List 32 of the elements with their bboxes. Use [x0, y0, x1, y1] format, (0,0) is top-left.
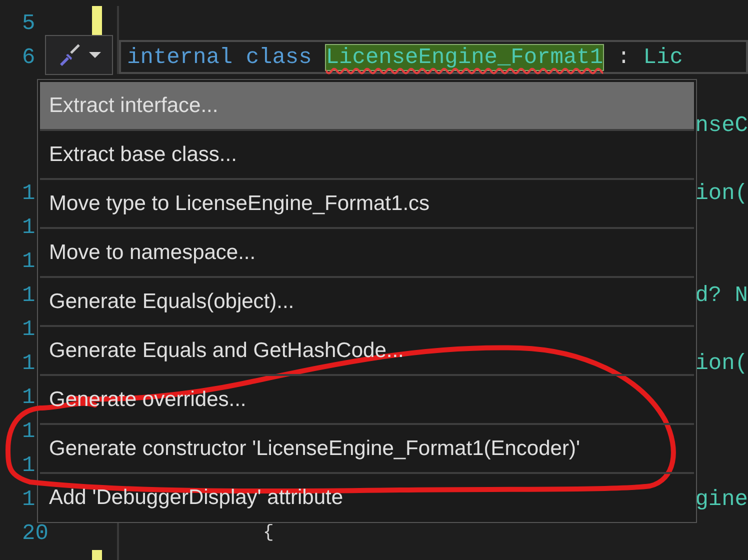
menu-item[interactable]: Extract base class...: [40, 131, 694, 180]
code-token: ion(: [695, 350, 748, 376]
menu-item[interactable]: Generate constructor 'LicenseEngine_Format1(Encoder)': [40, 425, 694, 474]
line-number: 1: [22, 486, 36, 512]
code-token: :: [617, 44, 630, 70]
menu-item[interactable]: Move to namespace...: [40, 229, 694, 278]
line-number: 1: [22, 316, 36, 342]
code-token: d? N: [695, 282, 748, 308]
line-number: 1: [22, 282, 36, 308]
line-number: 1: [22, 452, 36, 478]
menu-item[interactable]: Extract interface...: [40, 82, 694, 131]
menu-item[interactable]: Move type to LicenseEngine_Format1.cs: [40, 180, 694, 229]
line-number: 1: [22, 214, 36, 240]
code-token: internal class: [127, 44, 312, 70]
line-number: 20: [22, 520, 48, 546]
line-number: 1: [22, 248, 36, 274]
code-token: gine: [695, 486, 748, 512]
line-number: 1: [22, 384, 36, 410]
code-token: nseC: [695, 112, 748, 138]
line-number: 1: [22, 418, 36, 444]
code-token: Lic: [643, 44, 683, 70]
code-token: ion(: [695, 180, 748, 206]
line-number: 6: [22, 44, 36, 70]
code-token: {: [263, 523, 274, 543]
quick-actions-button[interactable]: [45, 35, 113, 75]
menu-item[interactable]: Generate Equals and GetHashCode...: [40, 327, 694, 376]
line-number: 1: [22, 180, 36, 206]
line-number: 5: [22, 10, 36, 36]
line-number: 1: [22, 350, 36, 376]
code-token: LicenseEngine_Format1: [324, 44, 604, 70]
menu-item[interactable]: Generate Equals(object)...: [40, 278, 694, 327]
caret-icon: [89, 51, 101, 59]
